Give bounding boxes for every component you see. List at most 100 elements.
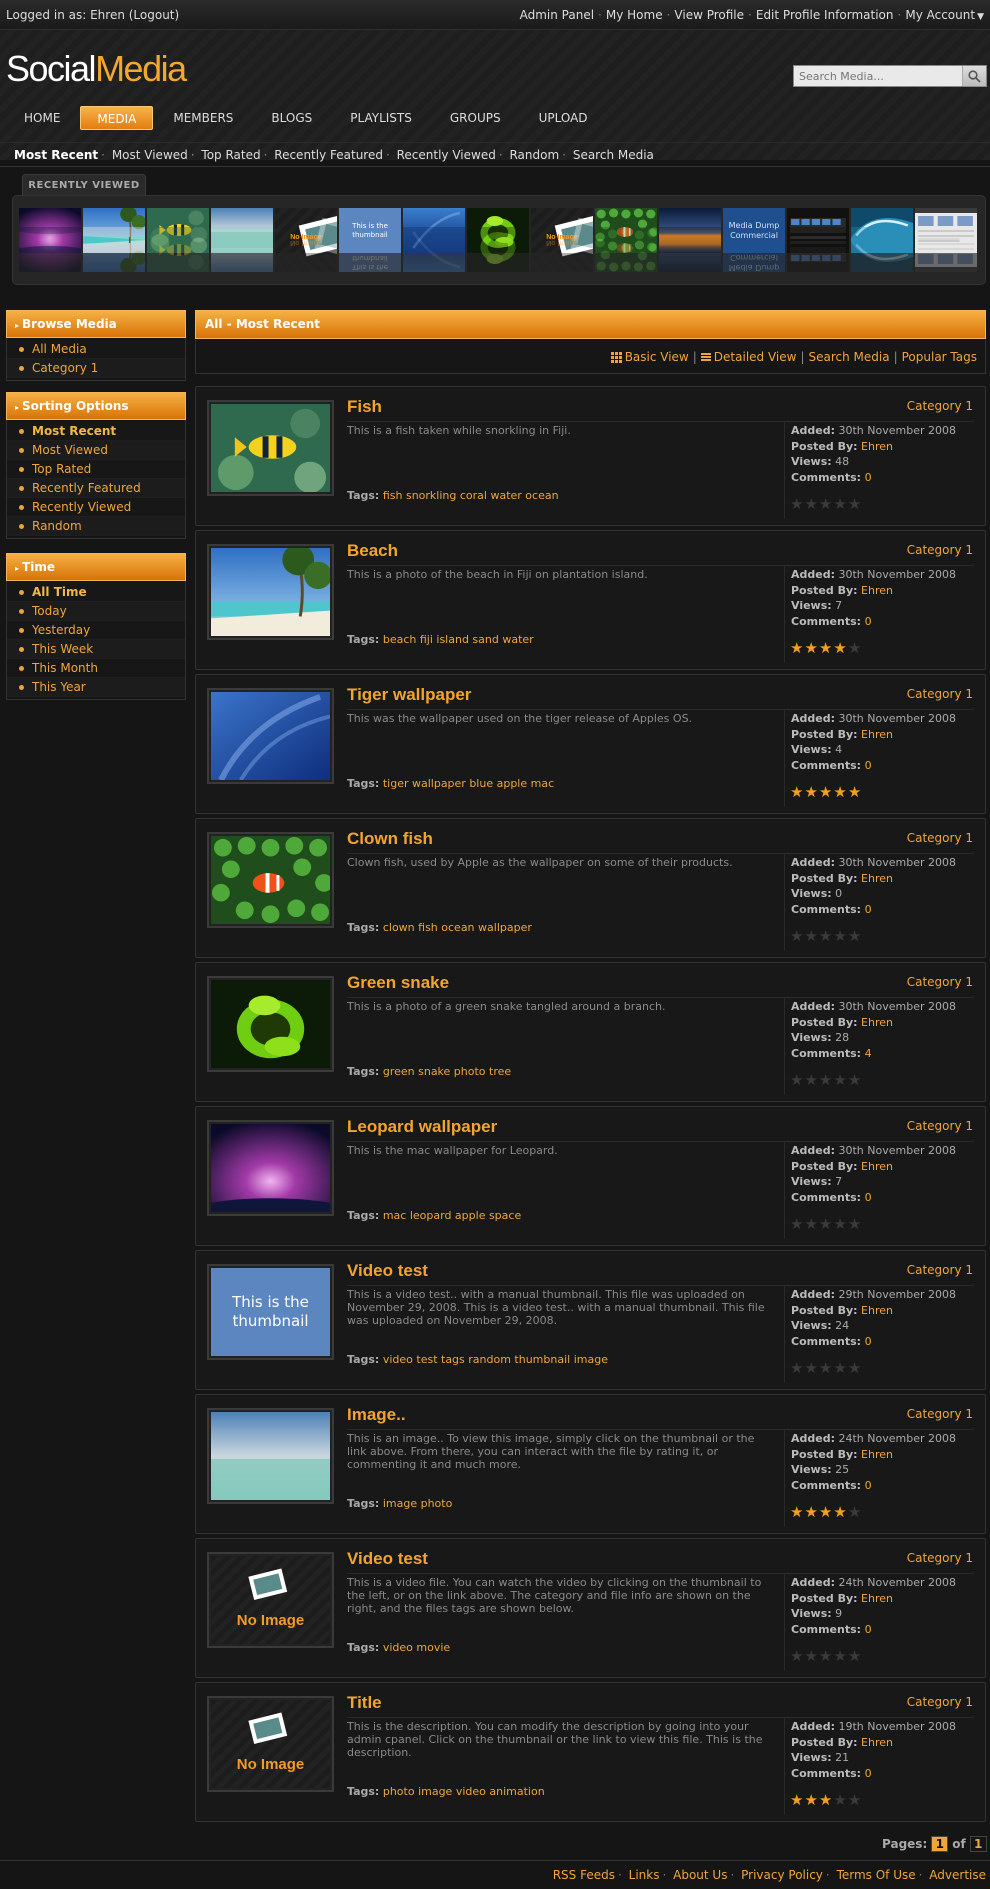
star-icon[interactable]: ★ (790, 1361, 803, 1376)
media-category[interactable]: Category 1 (907, 1695, 973, 1709)
star-icon[interactable]: ★ (819, 1361, 832, 1376)
posted-by-link[interactable]: Ehren (861, 440, 893, 453)
star-icon[interactable]: ★ (804, 785, 817, 800)
search-input[interactable] (794, 66, 962, 86)
media-thumbnail[interactable] (207, 832, 334, 928)
star-icon[interactable]: ★ (790, 1505, 803, 1520)
search-media-link[interactable]: Search Media (808, 350, 889, 364)
subnav-most-viewed[interactable]: Most Viewed (112, 148, 188, 162)
star-icon[interactable]: ★ (790, 1649, 803, 1664)
media-thumbnail[interactable] (207, 688, 334, 784)
star-icon[interactable]: ★ (790, 929, 803, 944)
star-icon[interactable]: ★ (804, 497, 817, 512)
footer-about-us[interactable]: About Us (673, 1868, 727, 1882)
star-icon[interactable]: ★ (848, 1073, 861, 1088)
recently-viewed-thumb-clown-fish[interactable] (595, 208, 657, 272)
star-icon[interactable]: ★ (804, 1649, 817, 1664)
star-icon[interactable]: ★ (833, 1505, 846, 1520)
my-account-link[interactable]: My Account ▼ (905, 8, 984, 22)
star-icon[interactable]: ★ (833, 785, 846, 800)
media-category[interactable]: Category 1 (907, 1551, 973, 1565)
page-total[interactable]: 1 (969, 1836, 987, 1852)
recently-viewed-thumb-commercial[interactable]: Media Dump Commercial Media Dump Commerci… (723, 208, 785, 272)
media-title[interactable]: Fish (347, 397, 382, 417)
posted-by-link[interactable]: Ehren (861, 872, 893, 885)
media-title[interactable]: Image.. (347, 1405, 406, 1425)
sort-recently-viewed[interactable]: Recently Viewed (7, 498, 185, 517)
star-icon[interactable]: ★ (848, 785, 861, 800)
comments-count[interactable]: 0 (865, 903, 872, 916)
posted-by-link[interactable]: Ehren (861, 1160, 893, 1173)
recently-viewed-thumb-no-image[interactable]: No Image No Image (531, 208, 593, 272)
star-icon[interactable]: ★ (790, 497, 803, 512)
star-icon[interactable]: ★ (804, 641, 817, 656)
star-icon[interactable]: ★ (848, 497, 861, 512)
media-title[interactable]: Video test (347, 1549, 428, 1569)
comments-count[interactable]: 0 (865, 1623, 872, 1636)
posted-by-link[interactable]: Ehren (861, 1592, 893, 1605)
star-icon[interactable]: ★ (819, 1505, 832, 1520)
star-icon[interactable]: ★ (833, 497, 846, 512)
media-tag-links[interactable]: beach fiji island sand water (383, 633, 534, 646)
star-icon[interactable]: ★ (819, 641, 832, 656)
subnav-search-media[interactable]: Search Media (573, 148, 654, 162)
star-icon[interactable]: ★ (790, 641, 803, 656)
posted-by-link[interactable]: Ehren (861, 1304, 893, 1317)
media-title[interactable]: Tiger wallpaper (347, 685, 471, 705)
media-category[interactable]: Category 1 (907, 687, 973, 701)
admin-panel-link[interactable]: Admin Panel (520, 8, 594, 22)
star-icon[interactable]: ★ (833, 1073, 846, 1088)
star-icon[interactable]: ★ (790, 1073, 803, 1088)
comments-count[interactable]: 0 (865, 1335, 872, 1348)
comments-count[interactable]: 0 (865, 759, 872, 772)
detailed-view-link[interactable]: Detailed View (700, 350, 796, 364)
recently-viewed-thumb-screenshot[interactable] (915, 208, 977, 272)
media-title[interactable]: Beach (347, 541, 398, 561)
star-icon[interactable]: ★ (833, 1649, 846, 1664)
media-tag-links[interactable]: fish snorkling coral water ocean (383, 489, 559, 502)
star-icon[interactable]: ★ (804, 929, 817, 944)
recently-viewed-thumb-wave[interactable] (851, 208, 913, 272)
star-icon[interactable]: ★ (819, 1793, 832, 1808)
search-button[interactable] (962, 66, 986, 86)
star-icon[interactable]: ★ (819, 785, 832, 800)
media-category[interactable]: Category 1 (907, 1119, 973, 1133)
star-icon[interactable]: ★ (848, 1505, 861, 1520)
time-this-week[interactable]: This Week (7, 640, 185, 659)
media-category[interactable]: Category 1 (907, 543, 973, 557)
media-thumbnail[interactable]: This is the thumbnail (207, 1264, 334, 1360)
edit-profile-link[interactable]: Edit Profile Information (756, 8, 894, 22)
comments-count[interactable]: 0 (865, 1479, 872, 1492)
star-icon[interactable]: ★ (804, 1217, 817, 1232)
media-thumbnail[interactable]: No Image (207, 1552, 334, 1648)
media-title[interactable]: Title (347, 1693, 382, 1713)
star-icon[interactable]: ★ (804, 1361, 817, 1376)
star-icon[interactable]: ★ (833, 641, 846, 656)
view-profile-link[interactable]: View Profile (674, 8, 744, 22)
nav-members[interactable]: MEMBERS (155, 106, 251, 130)
popular-tags-link[interactable]: Popular Tags (902, 350, 977, 364)
posted-by-link[interactable]: Ehren (861, 1736, 893, 1749)
recently-viewed-thumb-sunset[interactable] (659, 208, 721, 272)
star-icon[interactable]: ★ (790, 1217, 803, 1232)
media-thumbnail[interactable] (207, 976, 334, 1072)
star-icon[interactable]: ★ (804, 1073, 817, 1088)
subnav-random[interactable]: Random (509, 148, 559, 162)
recently-viewed-thumb-image[interactable] (211, 208, 273, 272)
nav-blogs[interactable]: BLOGS (253, 106, 330, 130)
time-all-time[interactable]: All Time (7, 583, 185, 602)
media-thumbnail[interactable]: No Image (207, 1696, 334, 1792)
sidebar-item-category-1[interactable]: Category 1 (7, 359, 185, 378)
comments-count[interactable]: 0 (865, 1767, 872, 1780)
media-category[interactable]: Category 1 (907, 1407, 973, 1421)
media-tag-links[interactable]: photo image video animation (383, 1785, 545, 1798)
recently-viewed-thumb-screenshot[interactable] (787, 208, 849, 272)
media-tag-links[interactable]: clown fish ocean wallpaper (383, 921, 532, 934)
time-today[interactable]: Today (7, 602, 185, 621)
media-tag-links[interactable]: mac leopard apple space (383, 1209, 521, 1222)
media-thumbnail[interactable] (207, 1408, 334, 1504)
subnav-most-recent[interactable]: Most Recent (14, 148, 98, 162)
media-title[interactable]: Video test (347, 1261, 428, 1281)
media-title[interactable]: Leopard wallpaper (347, 1117, 497, 1137)
nav-groups[interactable]: GROUPS (432, 106, 519, 130)
